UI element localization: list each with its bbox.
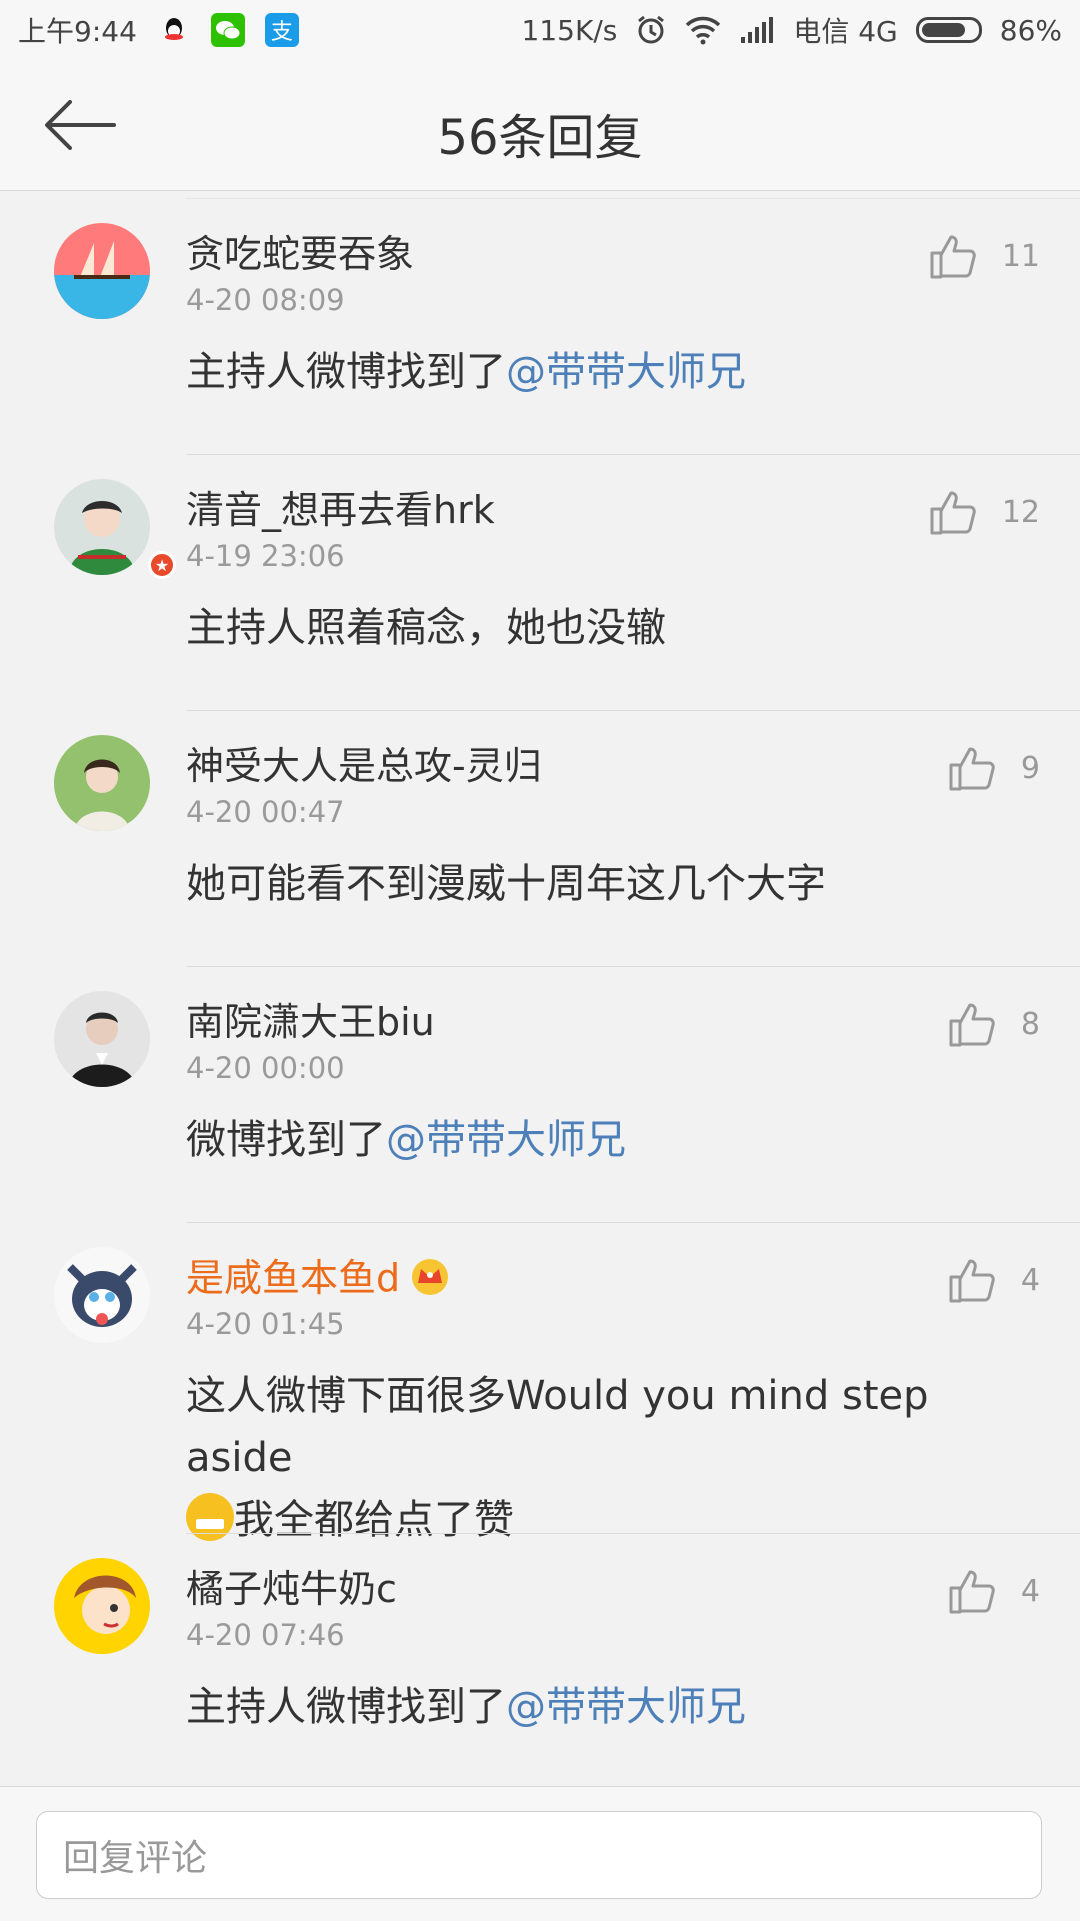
comment-item: 贪吃蛇要吞象 4-20 08:09 主持人微博找到了@带带大师兄 11 [54,198,1080,454]
reply-input[interactable]: 回复评论 [36,1811,1042,1899]
comment-author[interactable]: 是咸鱼本鱼d [186,1247,452,1302]
qq-icon [157,13,191,47]
mention-link[interactable]: @带带大师兄 [386,1117,626,1163]
comment-text: 主持人微博找到了@带带大师兄 [186,349,746,395]
comment-author[interactable]: 橘子炖牛奶c [186,1558,397,1613]
comment-time: 4-20 08:09 [186,283,345,317]
comment-time: 4-20 01:45 [186,1307,345,1341]
mention-link[interactable]: @带带大师兄 [506,349,746,395]
like-button[interactable]: 4 [947,1255,1040,1305]
avatar[interactable] [54,1558,150,1654]
like-count: 9 [1020,750,1040,786]
comment-item: ★ 清音_想再去看hrk 4-19 23:06 主持人照着稿念，她也没辙 12 [54,454,1080,710]
like-count: 8 [1020,1006,1040,1042]
signal-icon [741,17,774,43]
comment-item: 神受大人是总攻-灵归 4-20 00:47 她可能看不到漫威十周年这几个大字 9 [54,710,1080,966]
comment-author[interactable]: 清音_想再去看hrk [186,479,495,534]
crown-icon [412,1259,449,1295]
comment-text: 她可能看不到漫威十周年这几个大字 [186,861,826,907]
comment-item: 是咸鱼本鱼d 4-20 01:45 这人微博下面很多Would you mind… [54,1222,1080,1543]
comment-author[interactable]: 神受大人是总攻-灵归 [186,735,542,790]
wechat-icon [210,13,245,47]
avatar[interactable] [54,735,150,831]
comment-text: 微博找到了@带带大师兄 [186,1117,626,1163]
comment-author[interactable]: 贪吃蛇要吞象 [186,223,414,278]
comment-item: 南院潇大王biu 4-20 00:00 微博找到了@带带大师兄 8 [54,966,1080,1222]
comment-time: 4-20 00:00 [186,1051,345,1085]
avatar[interactable] [54,991,150,1087]
page-title: 56条回复 [437,110,643,166]
thumbs-up-icon [949,747,995,791]
verified-badge-icon: ★ [148,551,176,579]
comment-time: 4-20 07:46 [186,1618,345,1652]
avatar[interactable] [54,223,150,319]
like-button[interactable]: 8 [947,999,1040,1049]
battery-icon [915,17,982,43]
comment-author[interactable]: 南院潇大王biu [186,991,435,1046]
top-header: 56条回复 [0,60,1080,191]
battery-percent: 86% [999,13,1062,47]
thumbs-up-icon [949,1259,995,1303]
like-button[interactable]: 11 [928,231,1040,281]
network-speed: 115K/s [521,13,618,47]
like-button[interactable]: 12 [928,487,1040,537]
comment-time: 4-20 00:47 [186,795,345,829]
avatar[interactable] [54,1247,150,1343]
thumbs-up-icon [949,1570,995,1614]
wifi-icon [686,16,721,45]
alarm-icon [638,15,665,44]
status-time: 上午9:44 [18,15,137,48]
comment-text: 主持人微博找到了@带带大师兄 [186,1684,746,1730]
reply-bar: 回复评论 [0,1786,1080,1921]
like-button[interactable]: 4 [947,1566,1040,1616]
like-count: 4 [1020,1573,1040,1609]
mention-link[interactable]: @带带大师兄 [506,1684,746,1730]
like-count: 11 [1001,238,1040,274]
comment-item: 橘子炖牛奶c 4-20 07:46 主持人微博找到了@带带大师兄 4 [54,1533,1080,1789]
status-bar: 上午9:44 支 115K/s 电信 4G 86% [0,0,1080,60]
like-count: 4 [1020,1262,1040,1298]
like-count: 12 [1001,494,1040,530]
thumbs-up-icon [930,491,976,535]
carrier-label: 电信 4G [793,15,898,48]
alipay-icon: 支 [264,13,299,47]
comment-text: 这人微博下面很多Would you mind step aside 我全都给点了赞 [186,1373,929,1543]
comment-time: 4-19 23:06 [186,539,345,573]
comment-text: 主持人照着稿念，她也没辙 [186,605,666,651]
comment-list: 贪吃蛇要吞象 4-20 08:09 主持人微博找到了@带带大师兄 11 ★ 清音… [0,198,1080,1789]
thumbs-up-icon [930,235,976,279]
thumbs-up-icon [949,1003,995,1047]
like-button[interactable]: 9 [947,743,1040,793]
avatar[interactable] [54,479,150,575]
